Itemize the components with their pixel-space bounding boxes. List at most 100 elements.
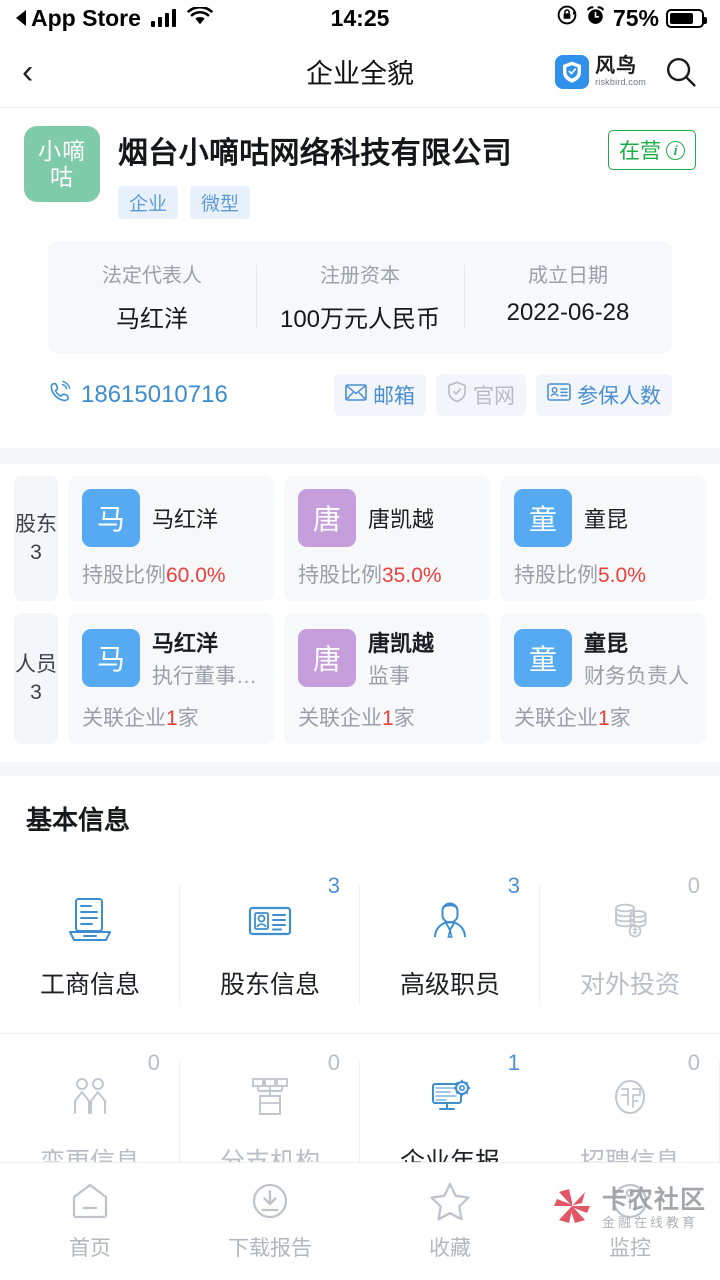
person-avatar: 马 xyxy=(82,489,140,547)
ratio-label: 持股比例 xyxy=(514,564,598,587)
person-role: 监事 xyxy=(368,665,410,688)
grid-item-shareholder-info[interactable]: 3 股东信息 xyxy=(180,857,360,1033)
status-bar-right: 75% xyxy=(556,4,707,32)
shield-icon xyxy=(555,54,590,89)
status-badge[interactable]: 在营 i xyxy=(608,130,696,170)
grid-item-count: 0 xyxy=(147,1050,160,1075)
personnel-card[interactable]: 唐 唐凯越 监事 关联企业1家 xyxy=(284,613,490,744)
personnel-card[interactable]: 马 马红洋 执行董事… 关联企业1家 xyxy=(68,613,274,744)
related-company-count: 关联企业1家 xyxy=(298,702,476,732)
grid-item-label: 股东信息 xyxy=(219,971,320,999)
chip-website: 官网 xyxy=(436,374,526,416)
grid-item-count: 3 xyxy=(327,873,340,898)
download-icon xyxy=(249,1179,291,1223)
monitor-eye-icon xyxy=(609,1179,651,1223)
ratio-label: 持股比例 xyxy=(298,564,382,587)
rotation-lock-icon xyxy=(556,4,578,32)
coins-icon xyxy=(602,889,658,951)
related-label: 关联企业 xyxy=(298,707,382,730)
brand-name-cn: 风鸟 xyxy=(595,55,638,77)
shareholder-card[interactable]: 马 马红洋 持股比例60.0% xyxy=(68,476,274,601)
info-cell-registered-capital[interactable]: 注册资本 100万元人民币 xyxy=(256,259,464,334)
search-icon[interactable] xyxy=(664,55,698,89)
chip-label: 官网 xyxy=(473,385,515,408)
id-card-icon xyxy=(242,889,298,951)
info-value: 马红洋 xyxy=(116,306,188,333)
related-value: 1 xyxy=(598,707,610,730)
info-label: 注册资本 xyxy=(320,265,400,287)
company-name[interactable]: 烟台小嘀咕网络科技有限公司 xyxy=(118,128,608,172)
signal-icon xyxy=(150,9,177,27)
phone-number-link[interactable]: 18615010716 xyxy=(48,380,228,411)
contact-chips: 邮箱 官网 参保人数 xyxy=(334,374,672,416)
related-suffix: 家 xyxy=(393,707,415,730)
person-name: 唐凯越 xyxy=(368,507,435,532)
home-icon xyxy=(69,1179,111,1223)
phone-number-text: 18615010716 xyxy=(81,381,228,408)
personnel-count: 3 xyxy=(30,680,42,704)
grid-item-senior-staff[interactable]: 3 高级职员 xyxy=(360,857,540,1033)
company-avatar-line2: 咕 xyxy=(50,164,74,190)
battery-percent-label: 75% xyxy=(612,4,659,31)
tab-favorites[interactable]: 收藏 xyxy=(360,1179,540,1262)
info-icon[interactable]: i xyxy=(666,140,685,160)
company-avatar-line1: 小嘀 xyxy=(38,138,86,164)
info-label: 法定代表人 xyxy=(102,265,202,287)
two-people-icon xyxy=(62,1066,118,1128)
grid-item-label: 高级职员 xyxy=(399,971,500,999)
related-company-count: 关联企业1家 xyxy=(82,702,260,732)
basic-info-grid: 工商信息 3 股东信息 3 高级职员 0 对外投资 0 0 1 0 xyxy=(0,857,720,1210)
grid-item-outbound-investment[interactable]: 0 对外投资 xyxy=(540,857,720,1033)
related-label: 关联企业 xyxy=(514,707,598,730)
chip-label: 邮箱 xyxy=(373,385,415,408)
people-section: 股东 3 马 马红洋 持股比例60.0% 唐 唐凯越 持股比例35.0% 童 童… xyxy=(0,464,720,762)
shareholder-card[interactable]: 唐 唐凯越 持股比例35.0% xyxy=(284,476,490,601)
tab-label: 下载报告 xyxy=(228,1237,312,1260)
grid-item-label: 工商信息 xyxy=(39,971,140,999)
grid-item-count: 0 xyxy=(327,1050,340,1075)
shareholders-row: 股东 3 马 马红洋 持股比例60.0% 唐 唐凯越 持股比例35.0% 童 童… xyxy=(14,476,706,601)
related-label: 关联企业 xyxy=(82,707,166,730)
phone-icon xyxy=(48,380,72,411)
related-company-count: 关联企业1家 xyxy=(514,702,692,732)
id-card-icon xyxy=(547,383,571,407)
grid-item-count: 0 xyxy=(687,873,700,898)
shareholders-row-label[interactable]: 股东 3 xyxy=(14,476,58,601)
personnel-card[interactable]: 童 童昆 财务负责人 关联企业1家 xyxy=(500,613,706,744)
related-suffix: 家 xyxy=(609,707,631,730)
related-suffix: 家 xyxy=(177,707,199,730)
company-tag-0[interactable]: 企业 xyxy=(118,186,179,219)
person-avatar: 唐 xyxy=(298,489,356,547)
company-tag-1[interactable]: 微型 xyxy=(190,186,251,219)
person-avatar: 童 xyxy=(514,489,572,547)
star-icon xyxy=(428,1179,472,1223)
info-label: 成立日期 xyxy=(528,265,608,287)
info-cell-founded-date[interactable]: 成立日期 2022-06-28 xyxy=(464,259,672,334)
wifi-icon xyxy=(187,5,214,32)
ratio-label: 持股比例 xyxy=(82,564,166,587)
ratio-value: 5.0% xyxy=(598,564,646,587)
tab-label: 监控 xyxy=(609,1237,651,1260)
tab-home[interactable]: 首页 xyxy=(0,1179,180,1262)
person-name: 马红洋 xyxy=(152,507,219,532)
grid-item-business-info[interactable]: 工商信息 xyxy=(0,857,180,1033)
back-button[interactable]: ‹ xyxy=(22,55,33,89)
personnel-row: 人员 3 马 马红洋 执行董事… 关联企业1家 唐 唐凯越 监事 关联企业1家 … xyxy=(14,613,706,744)
tab-label: 收藏 xyxy=(429,1237,471,1260)
person-name: 马红洋 xyxy=(152,631,219,656)
chip-insured-count[interactable]: 参保人数 xyxy=(536,374,672,416)
info-cell-legal-rep[interactable]: 法定代表人 马红洋 xyxy=(48,259,256,334)
status-bar-left: App Store xyxy=(16,5,214,32)
grid-item-count: 3 xyxy=(507,873,520,898)
branch-org-icon xyxy=(242,1066,298,1128)
related-value: 1 xyxy=(166,707,178,730)
personnel-row-label[interactable]: 人员 3 xyxy=(14,613,58,744)
tab-download-report[interactable]: 下载报告 xyxy=(180,1179,360,1262)
contact-row: 18615010716 邮箱 官网 参保人数 xyxy=(24,354,696,438)
shareholders-label-text: 股东 xyxy=(15,512,57,536)
shareholder-ratio: 持股比例35.0% xyxy=(298,559,476,589)
chip-email[interactable]: 邮箱 xyxy=(334,374,426,416)
shareholder-card[interactable]: 童 童昆 持股比例5.0% xyxy=(500,476,706,601)
tab-monitor[interactable]: 监控 xyxy=(540,1179,720,1262)
tab-label: 首页 xyxy=(69,1237,111,1260)
